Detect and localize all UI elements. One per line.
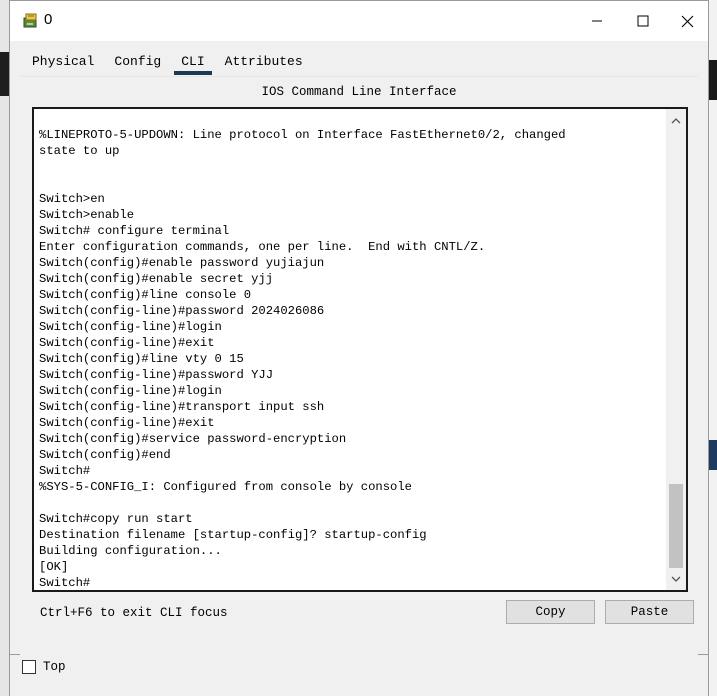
chevron-up-icon — [671, 117, 681, 123]
cli-terminal[interactable]: %LINEPROTO-5-UPDOWN: Line protocol on In… — [32, 107, 688, 592]
tab-attributes[interactable]: Attributes — [215, 53, 313, 73]
terminal-line: Switch# — [39, 464, 91, 478]
terminal-line: Switch# configure terminal — [39, 224, 230, 238]
paste-button[interactable]: Paste — [605, 600, 694, 624]
scroll-up-button[interactable] — [666, 111, 686, 129]
terminal-output: %LINEPROTO-5-UPDOWN: Line protocol on In… — [39, 127, 659, 590]
cli-heading: IOS Command Line Interface — [261, 85, 457, 99]
terminal-line: Switch>enable — [39, 208, 135, 222]
terminal-line: Switch(config-line)#login — [39, 384, 222, 398]
switch-device-icon — [23, 13, 37, 28]
maximize-button[interactable] — [620, 1, 666, 41]
minimize-button[interactable] — [574, 1, 620, 41]
terminal-line: Switch(config-line)#login — [39, 320, 222, 334]
minimize-icon — [592, 20, 602, 22]
terminal-scrollbar[interactable] — [666, 109, 686, 590]
terminal-line: Switch(config)#enable secret yjj — [39, 272, 274, 286]
cli-focus-hint: Ctrl+F6 to exit CLI focus — [40, 606, 228, 620]
chevron-down-icon — [671, 576, 681, 582]
title-bar[interactable]: 0 — [10, 1, 708, 41]
terminal-line: Switch#copy run start — [39, 512, 193, 526]
terminal-line: Switch(config-line)#password 2024026086 — [39, 304, 325, 318]
terminal-line: %LINEPROTO-5-UPDOWN: Line protocol on In… — [39, 128, 566, 142]
terminal-line: Switch(config-line)#transport input ssh — [39, 400, 325, 414]
tab-config[interactable]: Config — [104, 53, 171, 73]
device-window: 0 Physical Config CLI Attributes IOS Com… — [9, 0, 709, 655]
tab-bar: Physical Config CLI Attributes — [22, 53, 313, 75]
terminal-line: Switch(config)#enable password yujiajun — [39, 256, 325, 270]
terminal-line: Switch(config-line)#password YJJ — [39, 368, 274, 382]
terminal-line: Building configuration... — [39, 544, 222, 558]
close-button[interactable] — [664, 1, 710, 41]
terminal-line: [OK] — [39, 560, 69, 574]
window-footer: Top — [9, 655, 709, 696]
tab-cli[interactable]: CLI — [171, 53, 214, 75]
copy-button[interactable]: Copy — [506, 600, 595, 624]
cli-panel: IOS Command Line Interface %LINEPROTO-5-… — [20, 76, 698, 655]
top-checkbox-label: Top — [43, 660, 66, 674]
scroll-thumb[interactable] — [669, 484, 683, 568]
terminal-line: Switch(config)#line vty 0 15 — [39, 352, 244, 366]
close-icon — [681, 15, 693, 27]
maximize-icon — [637, 15, 649, 27]
terminal-line: %SYS-5-CONFIG_I: Configured from console… — [39, 480, 412, 494]
terminal-line: Switch(config)#line console 0 — [39, 288, 252, 302]
terminal-line: Switch(config-line)#exit — [39, 416, 215, 430]
terminal-line: Switch(config)#service password-encrypti… — [39, 432, 347, 446]
tab-physical[interactable]: Physical — [22, 53, 104, 73]
terminal-line: Switch>en — [39, 192, 105, 206]
terminal-line: Switch(config-line)#exit — [39, 336, 215, 350]
terminal-line: Destination filename [startup-config]? s… — [39, 528, 427, 542]
terminal-line: Switch# — [39, 576, 91, 590]
terminal-line: state to up — [39, 144, 120, 158]
window-title: 0 — [44, 11, 53, 28]
top-checkbox[interactable] — [22, 660, 36, 674]
scroll-down-button[interactable] — [666, 570, 686, 588]
terminal-line: Switch(config)#end — [39, 448, 171, 462]
terminal-line: Enter configuration commands, one per li… — [39, 240, 486, 254]
